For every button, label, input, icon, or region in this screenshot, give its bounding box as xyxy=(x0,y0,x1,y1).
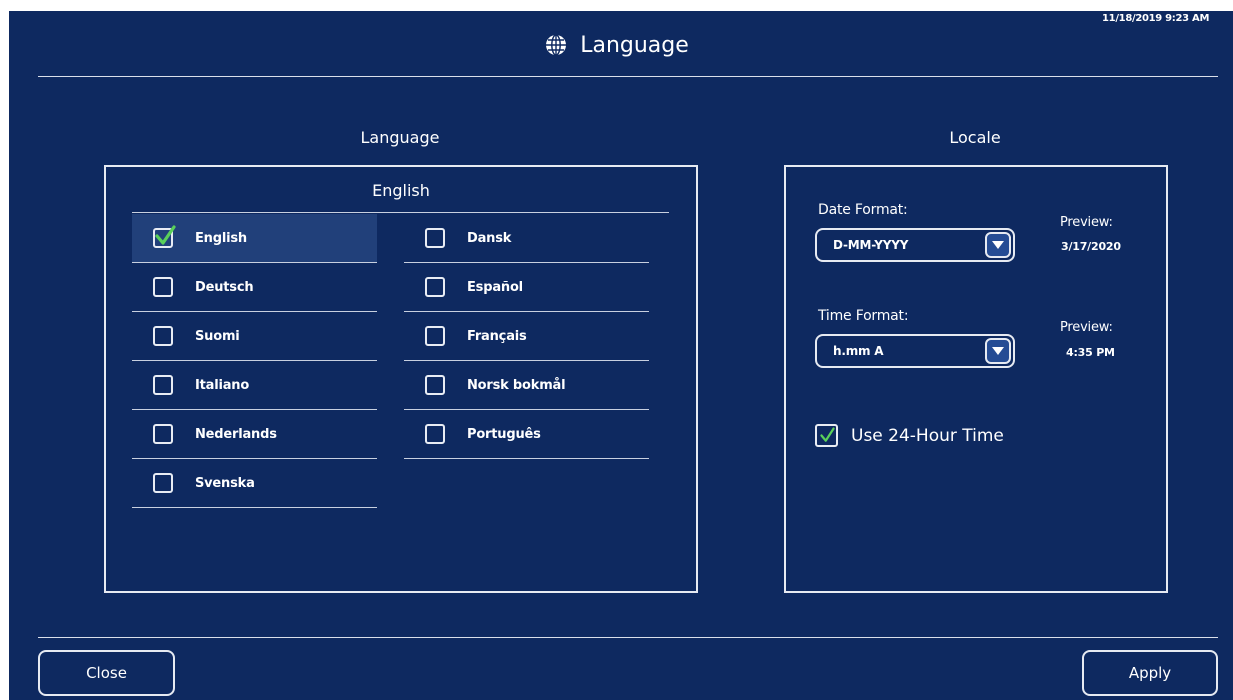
language-option-dansk[interactable]: Dansk xyxy=(404,214,649,263)
language-label: Svenska xyxy=(195,475,255,491)
date-format-label: Date Format: xyxy=(818,202,908,218)
language-label: Suomi xyxy=(195,328,240,344)
chevron-down-icon[interactable] xyxy=(985,338,1011,364)
use-24-hour-label: Use 24-Hour Time xyxy=(851,425,1004,446)
timestamp: 11/18/2019 9:23 AM xyxy=(1102,13,1210,24)
language-option-nederlands[interactable]: Nederlands xyxy=(132,410,377,459)
time-format-value: h.mm A xyxy=(833,344,884,358)
language-option-norsk-bokmal[interactable]: Norsk bokmål xyxy=(404,361,649,410)
checkbox[interactable] xyxy=(425,228,445,248)
language-option-portugues[interactable]: Português xyxy=(404,410,649,459)
checkbox[interactable] xyxy=(425,375,445,395)
date-preview-label: Preview: xyxy=(1060,215,1113,230)
checkbox[interactable] xyxy=(153,473,173,493)
checkbox[interactable] xyxy=(425,424,445,444)
language-option-espanol[interactable]: Español xyxy=(404,263,649,312)
date-format-select[interactable]: D-MM-YYYY xyxy=(815,228,1015,262)
page-header: Language xyxy=(0,26,1233,64)
current-language: English xyxy=(372,181,430,200)
language-label: Português xyxy=(467,426,541,442)
footer-divider xyxy=(38,637,1218,638)
page-title: Language xyxy=(580,32,689,58)
close-button[interactable]: Close xyxy=(38,650,175,696)
locale-section-title: Locale xyxy=(949,128,1001,147)
language-option-svenska[interactable]: Svenska xyxy=(132,459,377,508)
language-label: Español xyxy=(467,279,523,295)
header-divider xyxy=(38,76,1218,77)
language-label: Dansk xyxy=(467,230,512,246)
checkbox[interactable] xyxy=(153,277,173,297)
language-label: English xyxy=(195,230,247,246)
use-24-hour-toggle[interactable]: Use 24-Hour Time xyxy=(815,424,1004,447)
globe-icon xyxy=(546,34,567,56)
language-section-title: Language xyxy=(360,128,440,147)
language-option-italiano[interactable]: Italiano xyxy=(132,361,377,410)
checkbox[interactable] xyxy=(153,326,173,346)
chevron-down-icon[interactable] xyxy=(985,232,1011,258)
checkbox[interactable] xyxy=(425,277,445,297)
language-label: Deutsch xyxy=(195,279,254,295)
language-label: Français xyxy=(467,328,527,344)
time-format-select[interactable]: h.mm A xyxy=(815,334,1015,368)
checkbox[interactable] xyxy=(815,424,838,447)
checkbox[interactable] xyxy=(425,326,445,346)
checkbox[interactable] xyxy=(153,424,173,444)
language-label: Nederlands xyxy=(195,426,277,442)
language-label: Norsk bokmål xyxy=(467,377,566,393)
date-preview-value: 3/17/2020 xyxy=(1061,240,1121,253)
language-label: Italiano xyxy=(195,377,250,393)
apply-button[interactable]: Apply xyxy=(1082,650,1218,696)
language-list-divider xyxy=(132,212,669,213)
checkbox[interactable] xyxy=(153,375,173,395)
checkmark-icon xyxy=(820,427,835,442)
time-format-label: Time Format: xyxy=(818,308,909,324)
checkmark-icon xyxy=(155,225,176,245)
time-preview-label: Preview: xyxy=(1060,320,1113,335)
language-option-deutsch[interactable]: Deutsch xyxy=(132,263,377,312)
checkbox[interactable] xyxy=(153,225,176,248)
language-option-suomi[interactable]: Suomi xyxy=(132,312,377,361)
language-option-english[interactable]: English xyxy=(132,214,377,263)
language-option-francais[interactable]: Français xyxy=(404,312,649,361)
date-format-value: D-MM-YYYY xyxy=(833,238,909,252)
time-preview-value: 4:35 PM xyxy=(1066,346,1115,359)
